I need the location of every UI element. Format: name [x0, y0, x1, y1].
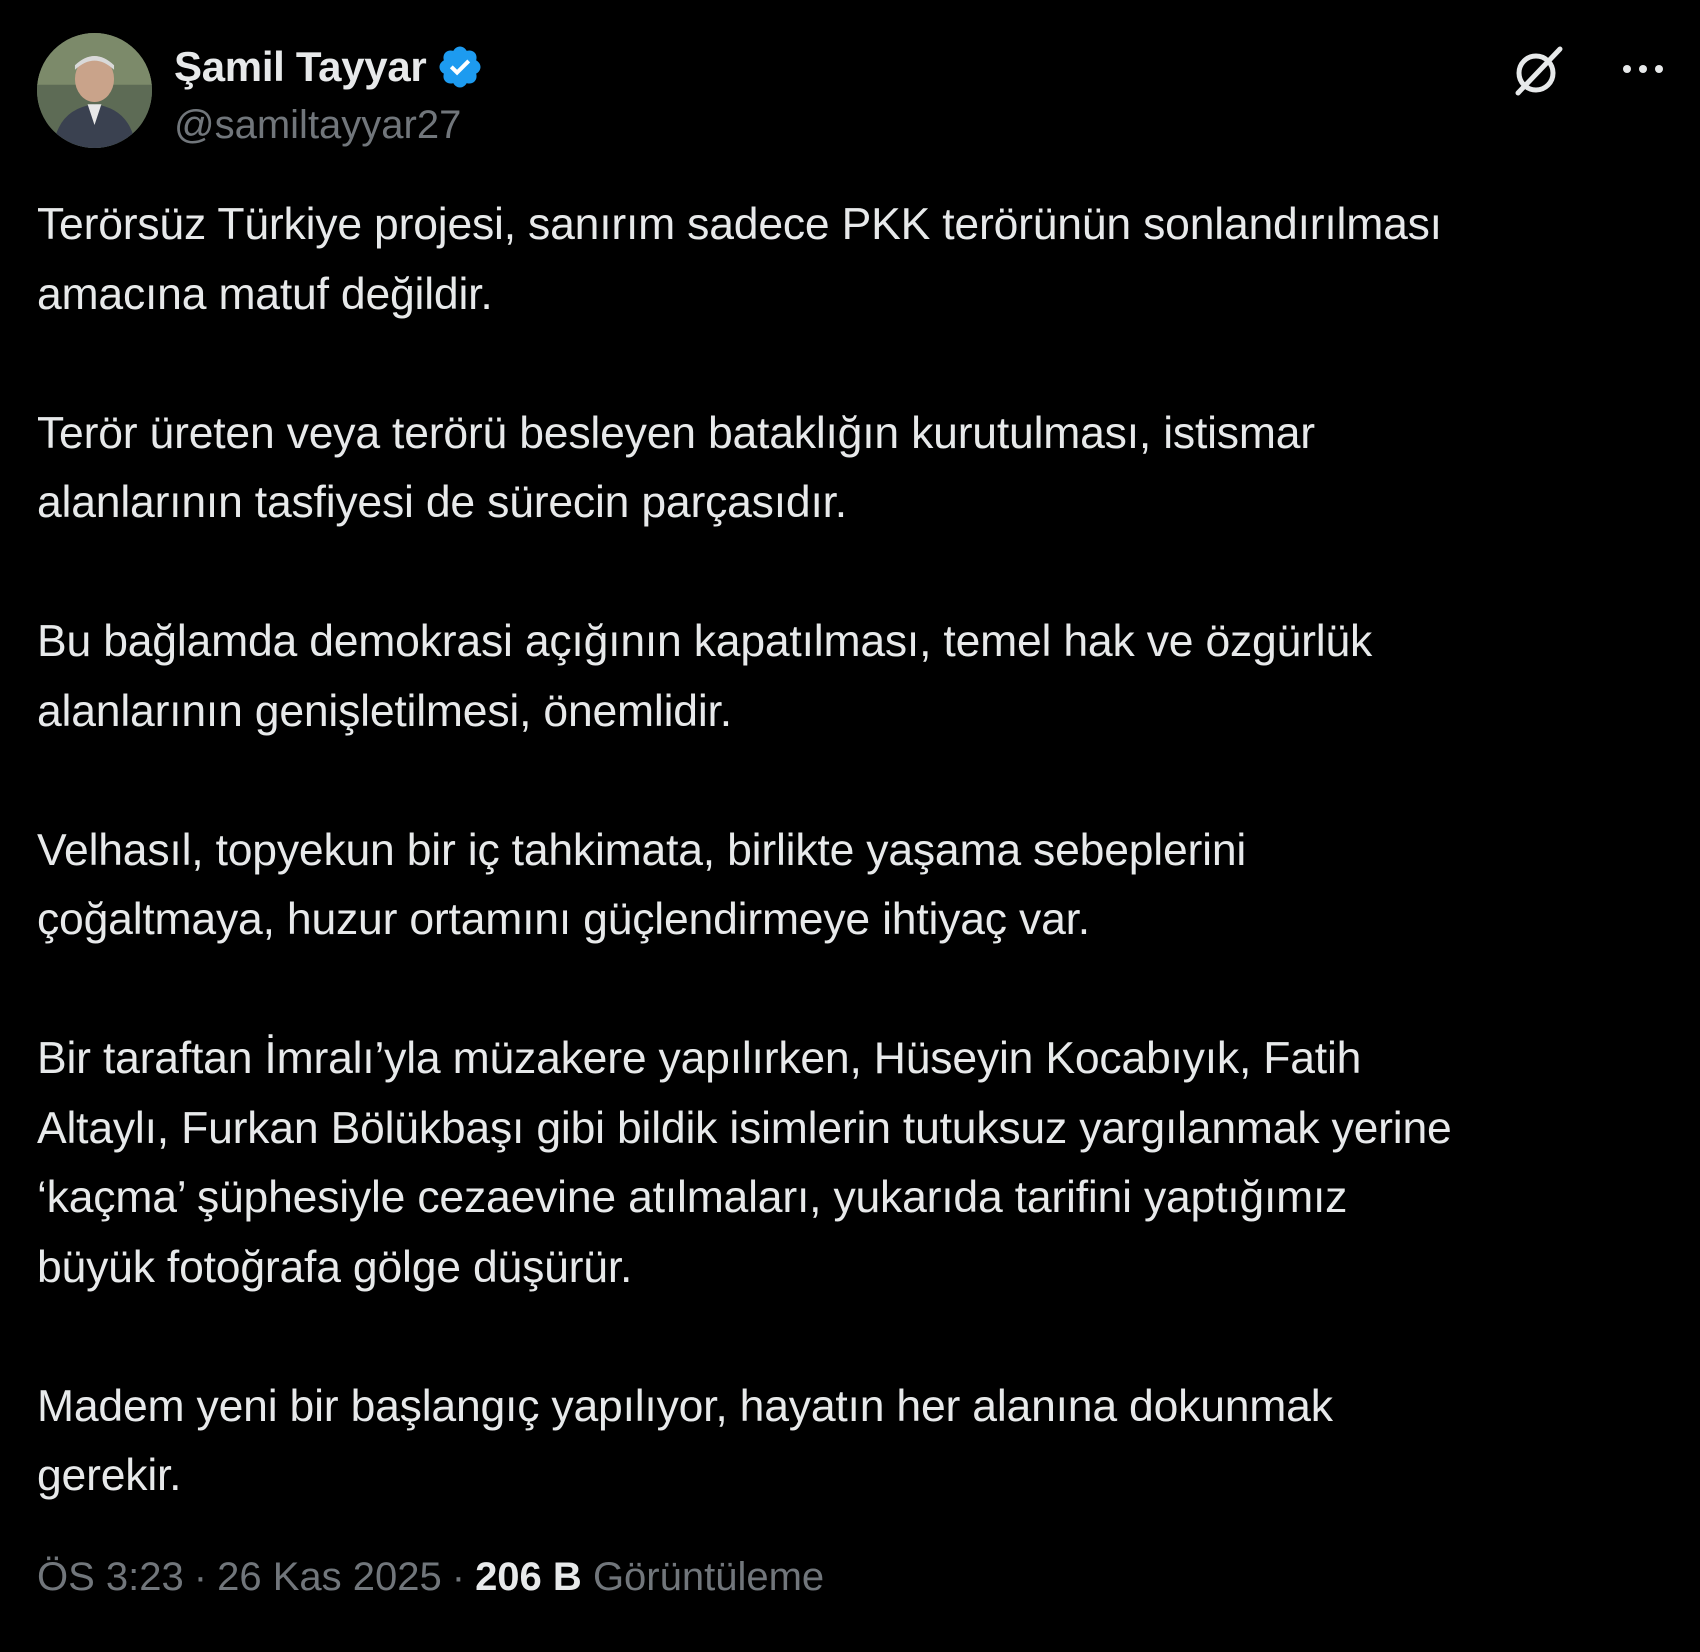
meta-separator: · — [451, 1555, 466, 1599]
author-names: Şamil Tayyar @samiltayyar27 — [174, 39, 484, 148]
avatar-image — [37, 33, 152, 148]
tweet-time[interactable]: ÖS 3:23 — [37, 1555, 184, 1599]
author-handle[interactable]: @samiltayyar27 — [174, 103, 484, 148]
grok-icon[interactable] — [1510, 43, 1566, 99]
avatar[interactable] — [37, 33, 152, 148]
meta-separator: · — [193, 1555, 208, 1599]
tweet-date[interactable]: 26 Kas 2025 — [217, 1555, 442, 1599]
tweet-paragraph: Madem yeni bir başlangıç yapılıyor, haya… — [37, 1381, 1333, 1501]
views-count: 206 B — [475, 1555, 582, 1599]
more-options-icon[interactable] — [1618, 59, 1668, 79]
views-label: Görüntüleme — [592, 1555, 825, 1599]
tweet-paragraph: Bir taraftan İmralı’yla müzakere yapılır… — [37, 1034, 1452, 1292]
tweet-text: Terörsüz Türkiye projesi, sanırım sadece… — [37, 190, 1667, 1511]
tweet-card: Şamil Tayyar @samiltayyar27 Terörsüz Tür… — [0, 0, 1700, 1652]
verified-badge-icon[interactable] — [436, 43, 484, 91]
author-display-name[interactable]: Şamil Tayyar — [174, 43, 427, 91]
display-name-row: Şamil Tayyar — [174, 39, 484, 95]
tweet-paragraph: Velhasıl, topyekun bir iç tahkimata, bir… — [37, 825, 1247, 945]
tweet-paragraph: Terör üreten veya terörü besleyen batakl… — [37, 408, 1315, 528]
tweet-paragraph: Terörsüz Türkiye projesi, sanırım sadece… — [37, 200, 1442, 319]
tweet-header: Şamil Tayyar @samiltayyar27 — [37, 33, 1670, 153]
tweet-meta: ÖS 3:23 · 26 Kas 2025 · 206 B Görüntüleme — [37, 1555, 824, 1600]
tweet-paragraph: Bu bağlamda demokrasi açığının kapatılma… — [37, 617, 1373, 736]
